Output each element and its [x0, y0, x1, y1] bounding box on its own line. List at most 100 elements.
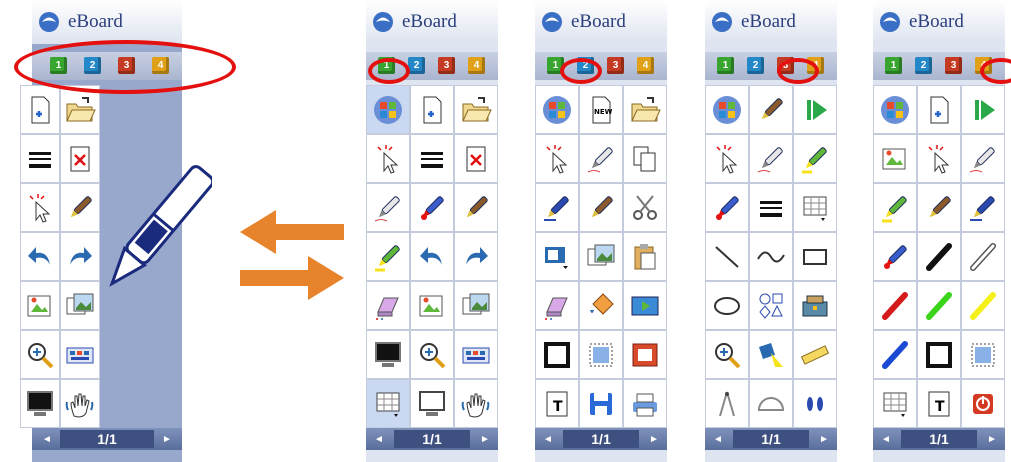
tool-button-power[interactable]	[961, 379, 1005, 428]
tab-2[interactable]: 2	[915, 57, 932, 74]
tool-button-pattern[interactable]	[961, 330, 1005, 379]
tool-button-windows[interactable]	[366, 85, 410, 134]
tool-button-pattern[interactable]	[579, 330, 623, 379]
tool-button-red-pen[interactable]	[705, 183, 749, 232]
next-page-button[interactable]: ►	[478, 431, 492, 447]
tool-button-pen[interactable]	[749, 134, 793, 183]
tool-button-scissors[interactable]	[623, 183, 667, 232]
tool-button-redo[interactable]	[60, 232, 100, 281]
tool-button-hand[interactable]	[454, 379, 498, 428]
tab-1[interactable]: 1	[717, 57, 734, 74]
next-page-button[interactable]: ►	[985, 431, 999, 447]
tool-button-curve[interactable]	[749, 232, 793, 281]
tool-button-magnifier[interactable]	[20, 330, 60, 379]
tab-1[interactable]: 1	[378, 57, 395, 74]
tool-button-lines[interactable]	[749, 183, 793, 232]
tool-button-hand[interactable]	[60, 379, 100, 428]
tool-button-keyboard[interactable]	[454, 330, 498, 379]
tool-button-copy[interactable]	[623, 134, 667, 183]
tool-button-highlighter[interactable]	[793, 134, 837, 183]
tool-button-delete-page[interactable]	[60, 134, 100, 183]
tool-button-frame[interactable]	[917, 330, 961, 379]
tool-button-eraser[interactable]	[366, 281, 410, 330]
tab-1[interactable]: 1	[50, 57, 67, 74]
tab-3[interactable]: 3	[118, 57, 135, 74]
tab-2[interactable]: 2	[577, 57, 594, 74]
tab-3[interactable]: 3	[438, 57, 455, 74]
tool-button-whiteboard[interactable]	[410, 379, 454, 428]
tool-button-black-pen[interactable]	[917, 232, 961, 281]
tab-1[interactable]: 1	[885, 57, 902, 74]
prev-page-button[interactable]: ◄	[879, 431, 893, 447]
tool-button-select[interactable]	[917, 134, 961, 183]
tool-button-marker[interactable]	[749, 85, 793, 134]
tool-button-screen-grid[interactable]	[366, 379, 410, 428]
tool-button-pen[interactable]	[961, 134, 1005, 183]
tab-4[interactable]: 4	[152, 57, 169, 74]
tab-3[interactable]: 3	[607, 57, 624, 74]
tool-button-red-line[interactable]	[873, 281, 917, 330]
tool-button-ellipse[interactable]	[705, 281, 749, 330]
tool-button-gallery[interactable]	[579, 232, 623, 281]
tool-button-fill[interactable]	[579, 281, 623, 330]
tool-button-print[interactable]	[623, 379, 667, 428]
tab-3[interactable]: 3	[945, 57, 962, 74]
tool-button-new-page[interactable]	[410, 85, 454, 134]
tool-button-red-pen[interactable]	[873, 232, 917, 281]
tool-button-eraser[interactable]	[535, 281, 579, 330]
next-page-button[interactable]: ►	[647, 431, 661, 447]
tab-2[interactable]: 2	[747, 57, 764, 74]
tool-button-highlighter[interactable]	[366, 232, 410, 281]
tool-button-shapes[interactable]	[749, 281, 793, 330]
tool-button-gallery[interactable]	[60, 281, 100, 330]
tool-button-paste[interactable]	[623, 232, 667, 281]
prev-page-button[interactable]: ◄	[541, 431, 555, 447]
tool-button-pen-select[interactable]	[20, 183, 60, 232]
tool-button-line[interactable]	[705, 232, 749, 281]
tool-button-record[interactable]	[623, 330, 667, 379]
tool-button-play[interactable]	[961, 85, 1005, 134]
tool-button-marker[interactable]	[454, 183, 498, 232]
tab-3[interactable]: 3	[777, 57, 794, 74]
tool-button-undo[interactable]	[410, 232, 454, 281]
tool-button-magnifier[interactable]	[410, 330, 454, 379]
tool-button-new[interactable]: NEW	[579, 85, 623, 134]
tool-button-insert-picture[interactable]	[20, 281, 60, 330]
tool-button-media[interactable]	[623, 281, 667, 330]
tab-2[interactable]: 2	[408, 57, 425, 74]
tool-button-windows[interactable]	[873, 85, 917, 134]
tool-button-magnifier[interactable]	[705, 330, 749, 379]
next-page-button[interactable]: ►	[160, 431, 174, 447]
tool-button-marker[interactable]	[579, 183, 623, 232]
tool-button-lines[interactable]	[410, 134, 454, 183]
tool-button-select[interactable]	[705, 134, 749, 183]
tool-button-pen[interactable]	[366, 183, 410, 232]
prev-page-button[interactable]: ◄	[40, 431, 54, 447]
tool-button-white-pen[interactable]	[961, 232, 1005, 281]
tool-button-green-line[interactable]	[917, 281, 961, 330]
tab-4[interactable]: 4	[468, 57, 485, 74]
prev-page-button[interactable]: ◄	[372, 431, 386, 447]
tool-button-toolbox[interactable]	[793, 281, 837, 330]
tool-button-new-page[interactable]	[20, 85, 60, 134]
tool-button-gallery[interactable]	[454, 281, 498, 330]
tool-button-pen[interactable]	[579, 134, 623, 183]
tool-button-grid-menu[interactable]	[793, 183, 837, 232]
tool-button-highlighter[interactable]	[873, 183, 917, 232]
tool-button-ruler[interactable]	[793, 330, 837, 379]
tool-button-spotlight[interactable]	[749, 330, 793, 379]
tool-button-delete-page[interactable]	[454, 134, 498, 183]
tool-button-signature[interactable]	[535, 183, 579, 232]
tool-button-protractor[interactable]	[749, 379, 793, 428]
tool-button-save[interactable]	[579, 379, 623, 428]
tab-4[interactable]: 4	[807, 57, 824, 74]
prev-page-button[interactable]: ◄	[711, 431, 725, 447]
tool-button-yellow-line[interactable]	[961, 281, 1005, 330]
tool-button-select[interactable]	[366, 134, 410, 183]
tool-button-open-folder[interactable]	[60, 85, 100, 134]
tool-button-text[interactable]: T	[535, 379, 579, 428]
tool-button-marker[interactable]	[60, 183, 100, 232]
tab-4[interactable]: 4	[637, 57, 654, 74]
tool-button-play[interactable]	[793, 85, 837, 134]
tool-button-insert-picture[interactable]	[873, 134, 917, 183]
